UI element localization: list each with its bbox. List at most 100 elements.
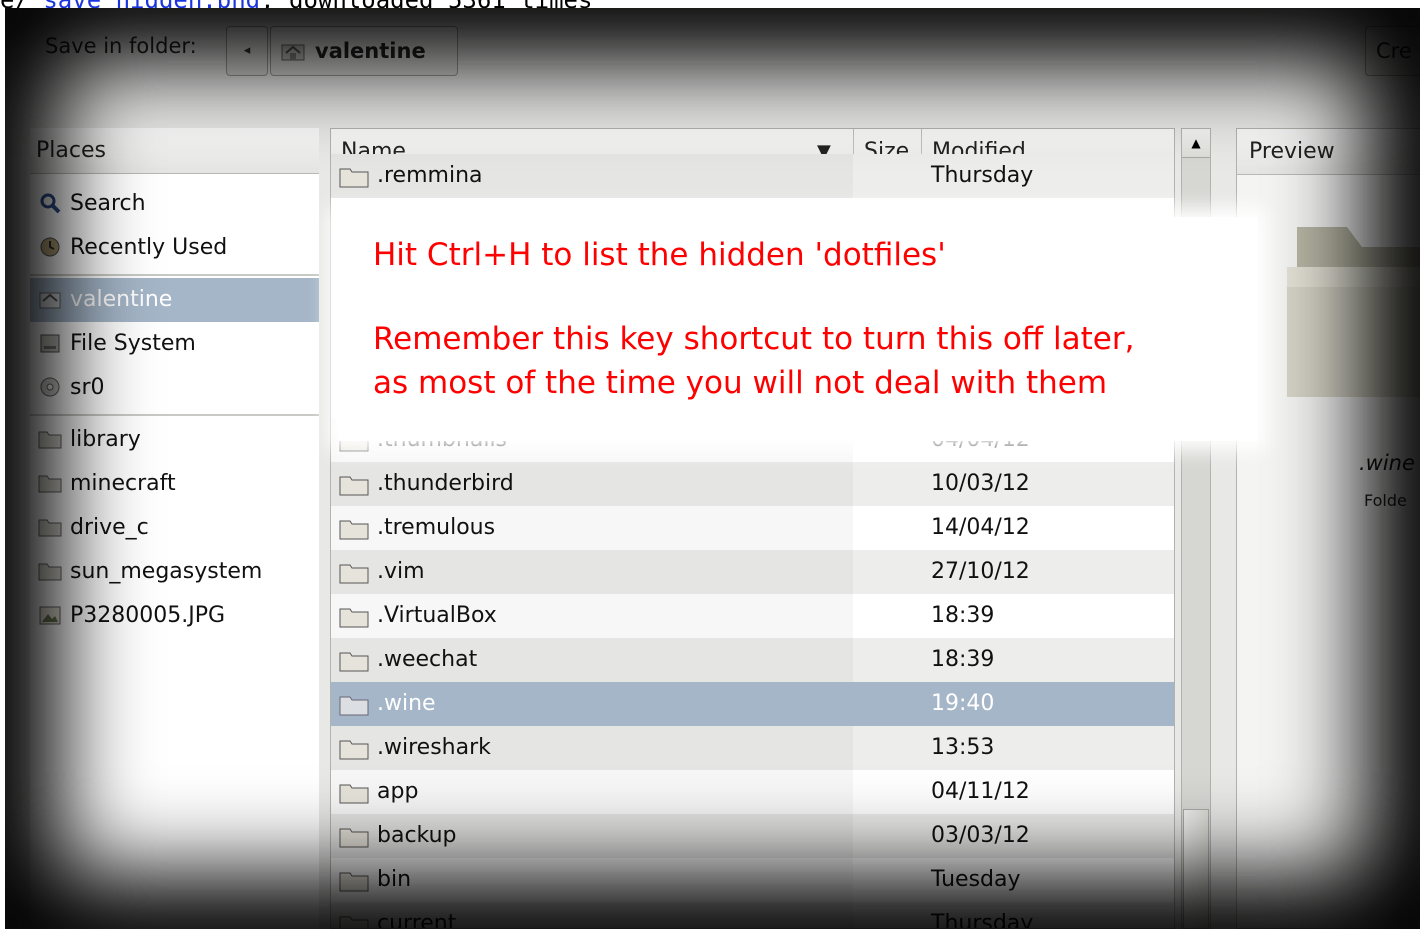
file-row-selected[interactable]: .wine 19:40	[331, 682, 1174, 726]
places-header[interactable]: Places	[30, 128, 319, 174]
file-name: .thunderbird	[377, 471, 514, 496]
file-row[interactable]: current Thursday	[331, 902, 1174, 929]
file-modified: 27/10/12	[931, 559, 1030, 584]
home-icon	[281, 44, 305, 61]
places-sidebar: Places Search Recently Used valentine Fi…	[30, 128, 319, 929]
file-name: .tremulous	[377, 515, 496, 540]
folder-icon	[339, 740, 369, 760]
file-modified: Thursday	[931, 911, 1034, 929]
file-name: .weechat	[377, 647, 478, 672]
folder-icon	[339, 652, 369, 672]
sidebar-item-sr0[interactable]: sr0	[30, 366, 319, 410]
file-modified: 18:39	[931, 647, 995, 672]
sidebar-item-label: drive_c	[70, 515, 149, 540]
file-modified: 10/03/12	[931, 471, 1030, 496]
file-row[interactable]: .remmina Thursday	[331, 154, 1174, 198]
file-modified: 03/03/12	[931, 823, 1030, 848]
file-modified: 13:53	[931, 735, 995, 760]
file-name: current	[377, 911, 457, 929]
preview-header: Preview	[1237, 129, 1420, 175]
path-back-button[interactable]: ◂	[226, 26, 268, 76]
search-icon	[40, 193, 61, 214]
sidebar-item-label: library	[70, 427, 141, 452]
file-name: bin	[377, 867, 412, 892]
path-crumb-valentine[interactable]: valentine	[270, 26, 458, 76]
disc-icon	[40, 377, 60, 397]
file-row[interactable]: .VirtualBox 18:39	[331, 594, 1174, 638]
sidebar-item-valentine[interactable]: valentine	[30, 278, 319, 322]
scrollbar-thumb[interactable]	[1183, 809, 1209, 929]
image-icon	[39, 606, 61, 625]
path-crumb-label: valentine	[315, 39, 426, 63]
sidebar-item-label: Recently Used	[70, 235, 228, 260]
file-name: backup	[377, 823, 457, 848]
folder-icon	[339, 784, 369, 804]
sidebar-item-label: sr0	[70, 375, 105, 400]
folder-icon	[339, 696, 369, 716]
folder-icon	[38, 431, 62, 449]
callout-line-1: Hit Ctrl+H to list the hidden 'dotfiles'	[373, 237, 946, 273]
file-modified: Tuesday	[931, 867, 1021, 892]
file-row[interactable]: .vim 27/10/12	[331, 550, 1174, 594]
folder-icon	[339, 872, 369, 892]
sidebar-item-drive-c[interactable]: drive_c	[30, 506, 319, 550]
large-folder-icon	[1287, 227, 1420, 397]
file-modified: 04/11/12	[931, 779, 1030, 804]
file-modified: Thursday	[931, 163, 1034, 188]
file-modified: 19:40	[931, 691, 995, 716]
sidebar-item-label: P3280005.JPG	[70, 603, 226, 628]
callout-line-3: as most of the time you will not deal wi…	[373, 365, 1108, 401]
file-name: .vim	[377, 559, 425, 584]
create-folder-button[interactable]: Cre	[1365, 26, 1420, 76]
folder-icon	[339, 520, 369, 540]
file-row[interactable]: backup 03/03/12	[331, 814, 1174, 858]
sidebar-item-p3280005-jpg[interactable]: P3280005.JPG	[30, 594, 319, 638]
file-row[interactable]: .weechat 18:39	[331, 638, 1174, 682]
drive-icon	[40, 334, 60, 353]
annotation-callout: Hit Ctrl+H to list the hidden 'dotfiles'…	[338, 217, 1258, 441]
scroll-up-arrow-icon[interactable]: ▲	[1182, 129, 1210, 158]
folder-icon	[38, 563, 62, 581]
save-in-folder-label: Save in folder:	[45, 34, 197, 58]
file-row[interactable]: .thunderbird 10/03/12	[331, 462, 1174, 506]
sidebar-item-label: sun_megasystem	[70, 559, 263, 584]
preview-pane: Preview .wine Folde	[1236, 128, 1420, 929]
folder-icon	[339, 916, 369, 928]
sidebar-item-label: minecraft	[70, 471, 176, 496]
sidebar-item-search[interactable]: Search	[30, 182, 319, 226]
file-name: .remmina	[377, 163, 483, 188]
sidebar-item-label: Search	[70, 191, 146, 216]
preview-file-name: .wine	[1359, 451, 1415, 475]
sidebar-item-sun-megasystem[interactable]: sun_megasystem	[30, 550, 319, 594]
sidebar-item-file-system[interactable]: File System	[30, 322, 319, 366]
folder-icon	[339, 168, 369, 188]
sidebar-divider	[30, 274, 319, 276]
file-row[interactable]: app 04/11/12	[331, 770, 1174, 814]
folder-icon	[339, 476, 369, 496]
sidebar-item-recently-used[interactable]: Recently Used	[30, 226, 319, 270]
file-name: .VirtualBox	[377, 603, 497, 628]
file-name: .wine	[377, 691, 436, 716]
file-row[interactable]: .tremulous 14/04/12	[331, 506, 1174, 550]
sidebar-item-label: valentine	[70, 287, 173, 312]
folder-icon	[38, 519, 62, 537]
folder-icon	[38, 475, 62, 493]
callout-line-2: Remember this key shortcut to turn this …	[373, 321, 1135, 357]
folder-icon	[339, 564, 369, 584]
file-name: .wireshark	[377, 735, 491, 760]
sidebar-item-library[interactable]: library	[30, 418, 319, 462]
file-name: app	[377, 779, 419, 804]
save-dialog: Save in folder: ◂ valentine Cre Places S…	[5, 8, 1420, 929]
file-modified: 18:39	[931, 603, 995, 628]
file-row[interactable]: .wireshark 13:53	[331, 726, 1174, 770]
file-modified: 14/04/12	[931, 515, 1030, 540]
file-row[interactable]: bin Tuesday	[331, 858, 1174, 902]
sidebar-item-label: File System	[70, 331, 196, 356]
sidebar-divider	[30, 414, 319, 416]
clock-icon	[40, 237, 60, 257]
preview-file-type: Folde	[1364, 491, 1407, 510]
sidebar-item-minecraft[interactable]: minecraft	[30, 462, 319, 506]
folder-icon	[339, 828, 369, 848]
folder-icon	[339, 608, 369, 628]
home-icon	[39, 292, 61, 309]
